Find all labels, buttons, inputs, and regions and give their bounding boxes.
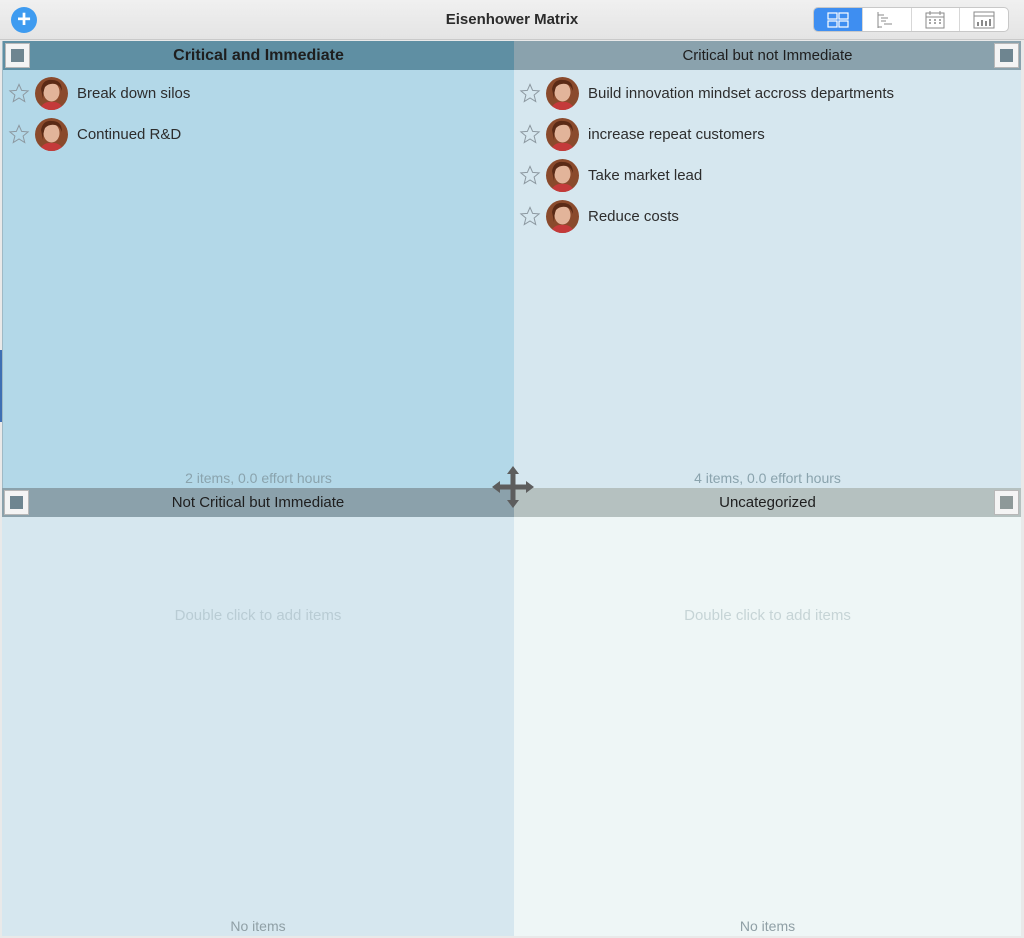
move-arrows-icon	[492, 466, 534, 508]
list-item[interactable]: Build innovation mindset accross departm…	[514, 73, 1021, 114]
star-icon[interactable]	[7, 123, 31, 147]
empty-hint: Double click to add items	[684, 607, 851, 624]
list-item[interactable]: Reduce costs	[514, 196, 1021, 237]
title-bar: + Eisenhower Matrix	[0, 0, 1024, 40]
avatar	[546, 159, 579, 192]
star-icon[interactable]	[7, 82, 31, 106]
star-icon[interactable]	[518, 164, 542, 188]
quadrant-summary: No items	[739, 918, 796, 934]
quadrant-critical-not-immediate[interactable]: Critical but not Immediate Build innovat…	[514, 41, 1021, 488]
quadrant-summary: 2 items, 0.0 effort hours	[185, 470, 332, 486]
quadrant-select-checkbox[interactable]	[994, 490, 1019, 515]
quadrant-not-critical-immediate[interactable]: Not Critical but Immediate Double click …	[2, 488, 514, 936]
list-item[interactable]: increase repeat customers	[514, 114, 1021, 155]
item-label: increase repeat customers	[588, 126, 765, 143]
quadrant-select-checkbox[interactable]	[994, 43, 1019, 68]
quadrant-header: Not Critical but Immediate	[2, 488, 514, 517]
list-item[interactable]: Take market lead	[514, 155, 1021, 196]
view-switcher	[813, 7, 1009, 32]
item-list: Break down silos Continued R&D	[3, 73, 514, 155]
resize-move-handle[interactable]	[491, 465, 535, 509]
avatar	[546, 200, 579, 233]
quadrant-header: Critical and Immediate	[3, 41, 514, 70]
item-label: Continued R&D	[77, 126, 182, 143]
avatar	[35, 77, 68, 110]
item-label: Reduce costs	[588, 208, 679, 225]
matrix-view-button[interactable]	[814, 8, 863, 31]
quadrant-select-checkbox[interactable]	[5, 43, 30, 68]
avatar	[546, 118, 579, 151]
outline-icon	[877, 11, 892, 28]
chart-icon	[973, 11, 995, 28]
calendar-view-button[interactable]	[912, 8, 961, 31]
calendar-icon	[925, 10, 945, 28]
list-item[interactable]: Continued R&D	[3, 114, 514, 155]
avatar	[546, 77, 579, 110]
item-label: Break down silos	[77, 85, 191, 102]
quadrant-summary: 4 items, 0.0 effort hours	[694, 470, 841, 486]
empty-hint: Double click to add items	[174, 607, 342, 624]
outline-view-button[interactable]	[863, 8, 912, 31]
quadrant-header: Critical but not Immediate	[514, 41, 1021, 70]
report-view-button[interactable]	[960, 8, 1008, 31]
quadrant-summary: No items	[230, 918, 286, 934]
avatar	[35, 118, 68, 151]
quadrant-critical-immediate[interactable]: Critical and Immediate Break down silos …	[2, 41, 514, 488]
star-icon[interactable]	[518, 205, 542, 229]
quadrant-select-checkbox[interactable]	[4, 490, 29, 515]
star-icon[interactable]	[518, 123, 542, 147]
item-label: Take market lead	[588, 167, 703, 184]
item-list: Build innovation mindset accross departm…	[514, 73, 1021, 237]
quadrant-uncategorized[interactable]: Uncategorized Double click to add items …	[514, 488, 1021, 936]
grid-icon	[827, 11, 849, 28]
star-icon[interactable]	[518, 82, 542, 106]
quadrant-header: Uncategorized	[514, 488, 1021, 517]
item-label: Build innovation mindset accross departm…	[588, 85, 894, 102]
list-item[interactable]: Break down silos	[3, 73, 514, 114]
